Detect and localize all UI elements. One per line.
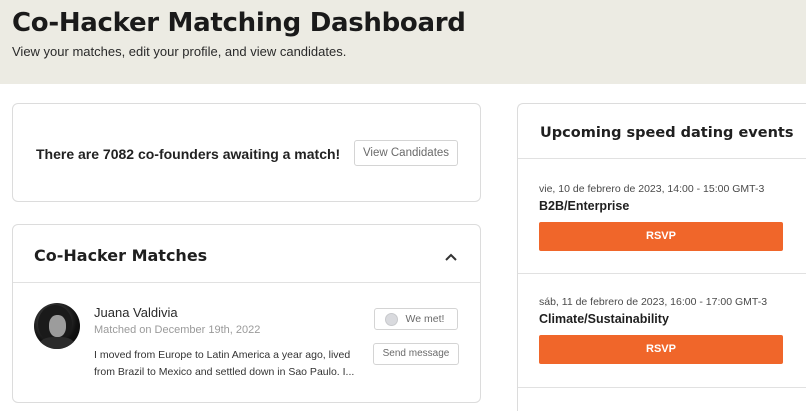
chevron-up-icon[interactable] bbox=[443, 249, 459, 263]
page-subtitle: View your matches, edit your profile, an… bbox=[12, 44, 347, 59]
awaiting-count-text: There are 7082 co-founders awaiting a ma… bbox=[36, 146, 341, 162]
match-date: Matched on December 19th, 2022 bbox=[94, 324, 261, 336]
rsvp-button[interactable]: RSVP bbox=[539, 222, 783, 251]
event-name: B2B/Enterprise bbox=[539, 199, 630, 213]
page-header: Co-Hacker Matching Dashboard View your m… bbox=[0, 0, 806, 84]
divider bbox=[518, 158, 806, 159]
match-name: Juana Valdivia bbox=[94, 305, 178, 320]
we-met-button[interactable]: We met! bbox=[374, 308, 458, 330]
event-date: sáb, 11 de febrero de 2023, 16:00 - 17:0… bbox=[539, 296, 768, 308]
view-candidates-button[interactable]: View Candidates bbox=[354, 140, 458, 166]
we-met-label: We met! bbox=[405, 313, 445, 325]
match-bio: I moved from Europe to Latin America a y… bbox=[94, 349, 355, 378]
matches-card: Co-Hacker Matches Juana Valdivia Matched… bbox=[12, 224, 481, 403]
send-message-button[interactable]: Send message bbox=[373, 343, 459, 365]
toggle-circle-icon bbox=[385, 313, 398, 326]
event-name: Climate/Sustainability bbox=[539, 312, 669, 326]
matches-title: Co-Hacker Matches bbox=[34, 246, 208, 265]
awaiting-match-card: There are 7082 co-founders awaiting a ma… bbox=[12, 103, 481, 202]
events-card: Upcoming speed dating events vie, 10 de … bbox=[517, 103, 806, 411]
divider bbox=[518, 273, 806, 274]
page-title: Co-Hacker Matching Dashboard bbox=[12, 8, 466, 38]
divider bbox=[518, 387, 806, 388]
divider bbox=[13, 282, 480, 283]
events-title: Upcoming speed dating events bbox=[540, 125, 794, 141]
event-date: vie, 10 de febrero de 2023, 14:00 - 15:0… bbox=[539, 183, 765, 195]
rsvp-button[interactable]: RSVP bbox=[539, 335, 783, 364]
avatar bbox=[34, 303, 80, 349]
